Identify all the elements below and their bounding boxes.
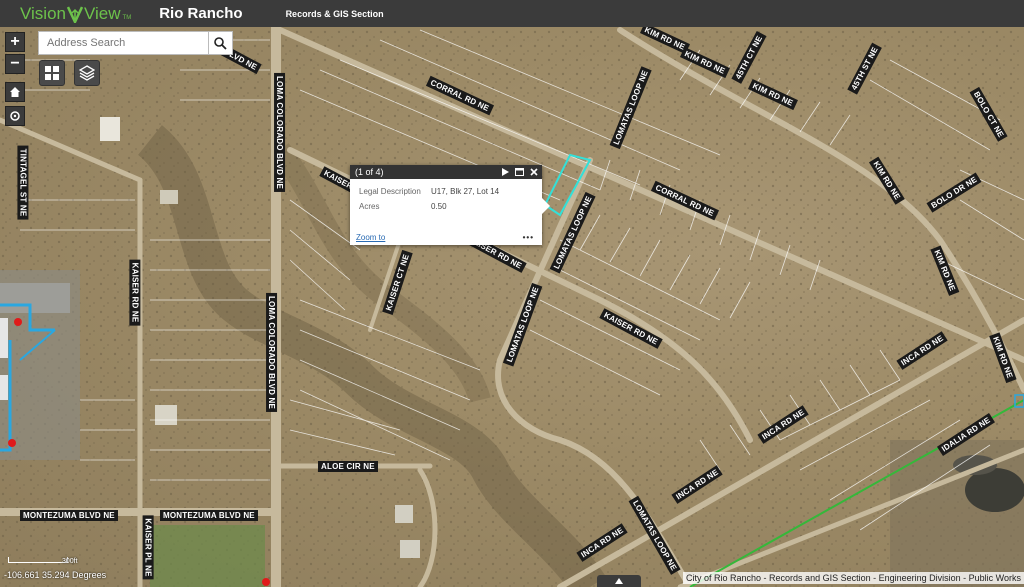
scale-bar	[8, 557, 68, 563]
locate-button[interactable]	[5, 106, 25, 126]
road-label: MONTEZUMA BLVD NE	[160, 510, 258, 521]
basemap-gallery-button[interactable]	[39, 60, 65, 86]
search-icon	[214, 36, 227, 50]
search-button[interactable]	[208, 32, 232, 54]
popup-pointer	[542, 198, 550, 214]
popup-header: (1 of 4)	[350, 165, 542, 179]
scale-bar-label: 300ft	[62, 558, 78, 565]
address-search	[38, 31, 233, 55]
home-icon	[10, 87, 20, 97]
visionview-logo[interactable]: Vision View TM	[20, 4, 131, 24]
close-icon[interactable]	[530, 168, 538, 176]
grid-icon	[45, 66, 59, 80]
layers-icon	[79, 65, 95, 81]
popup-row-acres: Acres 0.50	[359, 202, 542, 217]
map-basemap	[0, 27, 1024, 587]
coordinate-readout: -106.661 35.294 Degrees	[4, 570, 107, 580]
road-label: ALOE CIR NE	[318, 461, 378, 472]
maximize-icon[interactable]	[515, 168, 524, 176]
logo-text-view: View	[84, 3, 121, 23]
app-header: Vision View TM Rio Rancho Records & GIS …	[0, 0, 1024, 27]
popup-footer: Zoom to •••	[356, 233, 534, 242]
next-feature-icon[interactable]	[502, 168, 509, 176]
more-actions-button[interactable]: •••	[523, 233, 534, 242]
road-label: TINTAGEL ST NE	[17, 145, 29, 220]
home-button[interactable]	[5, 82, 25, 102]
road-label: KAISER PL NE	[142, 515, 154, 580]
layer-list-button[interactable]	[74, 60, 100, 86]
locate-icon	[10, 111, 20, 121]
popup-counter: (1 of 4)	[355, 167, 384, 177]
section-title: Records & GIS Section	[285, 8, 384, 19]
map-attribution: City of Rio Rancho - Records and GIS Sec…	[683, 572, 1024, 584]
logo-v-icon	[67, 5, 83, 23]
road-label: KAISER RD NE	[129, 259, 141, 326]
zoom-in-button[interactable]: +	[5, 32, 25, 52]
popup-field-label: Legal Description	[359, 187, 421, 196]
popup-field-value: 0.50	[431, 202, 447, 211]
map-canvas[interactable]: KIM RD NE KIM RD NE 45TH CT NE KIM RD NE…	[0, 27, 1024, 587]
logo-trademark: TM	[122, 14, 132, 21]
popup-field-label: Acres	[359, 202, 380, 211]
popup-field-value: U17, Blk 27, Lot 14	[431, 187, 500, 196]
popup-body: Legal Description U17, Blk 27, Lot 14 Ac…	[350, 179, 542, 217]
city-title: Rio Rancho	[159, 5, 243, 22]
logo-text-vision: Vision	[20, 3, 66, 23]
panel-toggle-button[interactable]	[597, 575, 641, 587]
popup-row-legal-description: Legal Description U17, Blk 27, Lot 14	[359, 187, 542, 202]
address-search-input[interactable]	[39, 32, 208, 54]
road-label: LOMA COLORADO BLVD NE	[274, 72, 286, 193]
feature-popup: (1 of 4) Legal Description U17, Blk 27, …	[350, 165, 542, 245]
road-label: LOMA COLORADO BLVD NE	[266, 292, 278, 413]
zoom-out-button[interactable]: −	[5, 54, 25, 74]
chevron-up-icon	[615, 578, 623, 584]
road-label: MONTEZUMA BLVD NE	[20, 510, 118, 521]
zoom-to-link[interactable]: Zoom to	[356, 233, 385, 242]
